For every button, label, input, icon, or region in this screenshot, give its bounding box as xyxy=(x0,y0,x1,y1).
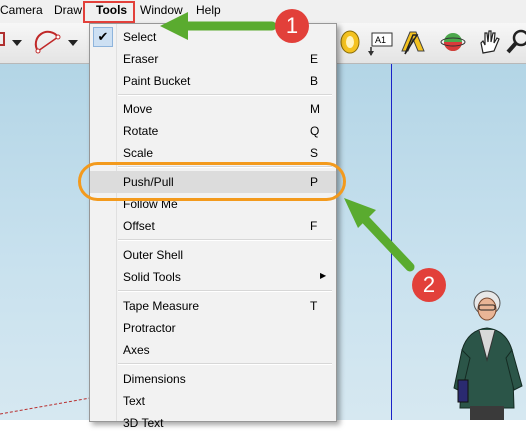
step-badge-2: 2 xyxy=(412,268,446,302)
arrow-1-icon xyxy=(160,12,277,40)
arrow-2-icon xyxy=(344,198,415,272)
step-badge-1: 1 xyxy=(275,9,309,43)
callout-arrows xyxy=(160,12,415,272)
